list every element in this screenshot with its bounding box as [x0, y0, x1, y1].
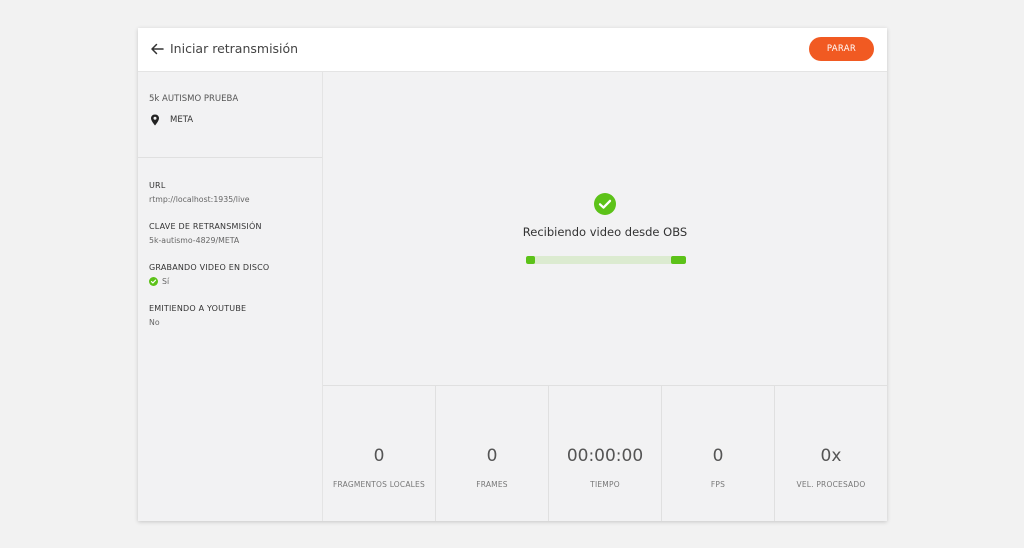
- stat-label: TIEMPO: [590, 480, 620, 489]
- location-pin-icon: [151, 114, 159, 126]
- progress-segment-start: [526, 256, 535, 264]
- youtube-label: EMITIENDO A YOUTUBE: [149, 304, 247, 313]
- stat-time: 00:00:00 TIEMPO: [549, 386, 662, 521]
- stat-processing-speed: 0x VEL. PROCESADO: [775, 386, 887, 521]
- check-circle-icon: [149, 277, 158, 286]
- stream-key-value: 5k-autismo-4829/META: [149, 236, 240, 245]
- recording-label: GRABANDO VIDEO EN DISCO: [149, 263, 270, 272]
- stat-frames: 0 FRAMES: [436, 386, 549, 521]
- status-progress-bar: [526, 256, 686, 264]
- stat-value: 0: [712, 446, 724, 466]
- recording-value-row: Sí: [149, 277, 269, 286]
- stat-value: 00:00:00: [566, 446, 644, 466]
- stat-value: 0: [486, 446, 498, 466]
- location-label: META: [170, 115, 194, 125]
- header-bar: Iniciar retransmisión PARAR: [138, 28, 887, 72]
- stat-fps: 0 FPS: [662, 386, 775, 521]
- page-title: Iniciar retransmisión: [170, 41, 299, 56]
- back-arrow-icon[interactable]: [148, 40, 166, 58]
- status-area: Recibiendo video desde OBS: [323, 72, 887, 385]
- stat-label: VEL. PROCESADO: [796, 480, 866, 489]
- stop-button[interactable]: PARAR: [809, 37, 874, 61]
- event-summary: 5k AUTISMO PRUEBA META: [138, 72, 322, 158]
- info-recording: GRABANDO VIDEO EN DISCO Sí: [149, 263, 269, 286]
- stat-label: FRAGMENTOS LOCALES: [333, 480, 425, 489]
- broadcast-window: Iniciar retransmisión PARAR 5k AUTISMO P…: [138, 28, 887, 521]
- main-panel: Recibiendo video desde OBS 0 FRAGMENTOS …: [323, 72, 887, 521]
- info-url: URL rtmp://localhost:1935/live: [149, 181, 250, 204]
- stat-local-fragments: 0 FRAGMENTOS LOCALES: [323, 386, 436, 521]
- youtube-value: No: [149, 318, 160, 327]
- status-text: Recibiendo video desde OBS: [522, 225, 688, 239]
- info-stream-key: CLAVE DE RETRANSMISIÓN 5k-autismo-4829/M…: [149, 222, 262, 245]
- url-value: rtmp://localhost:1935/live: [149, 195, 250, 204]
- stat-value: 0: [373, 446, 385, 466]
- stat-label: FRAMES: [476, 480, 508, 489]
- recording-value: Sí: [162, 277, 170, 286]
- stat-value: 0x: [820, 446, 842, 466]
- check-circle-icon: [594, 193, 616, 215]
- info-youtube: EMITIENDO A YOUTUBE No: [149, 304, 246, 327]
- stat-label: FPS: [710, 480, 726, 489]
- url-label: URL: [149, 181, 166, 190]
- stats-bar: 0 FRAGMENTOS LOCALES 0 FRAMES 00:00:00 T…: [323, 385, 887, 521]
- location-row: META: [150, 114, 193, 126]
- event-name: 5k AUTISMO PRUEBA: [149, 94, 239, 104]
- stream-key-label: CLAVE DE RETRANSMISIÓN: [149, 222, 262, 231]
- sidebar: 5k AUTISMO PRUEBA META URL rtmp://localh…: [138, 72, 323, 521]
- progress-segment-end: [671, 256, 686, 264]
